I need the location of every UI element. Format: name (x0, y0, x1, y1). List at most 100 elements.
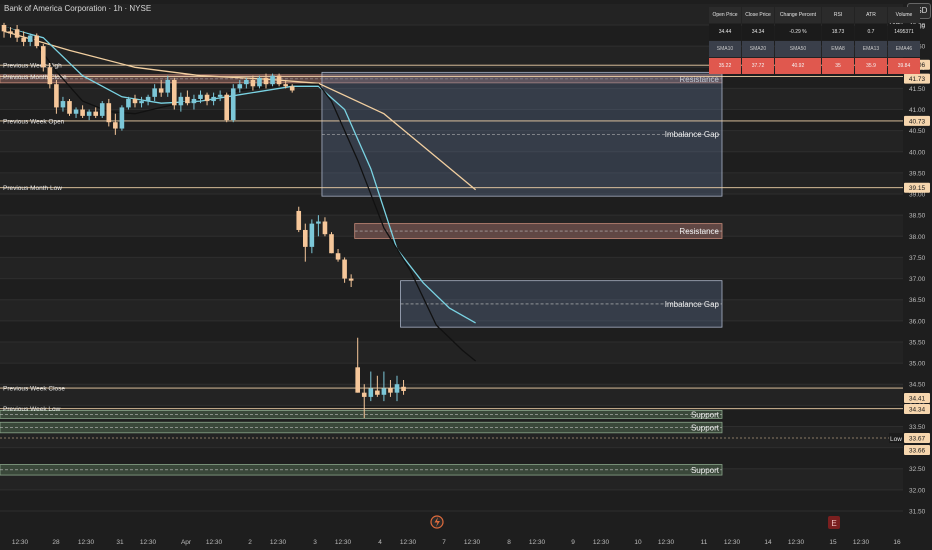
candle-body (230, 88, 236, 121)
zone-label: Support (691, 466, 720, 475)
candle-body (394, 384, 400, 393)
level-label: Previous Week Close (3, 386, 65, 393)
candle-body (132, 98, 138, 104)
candle-body (250, 79, 256, 87)
time-tick-label: 12:30 (335, 539, 352, 546)
price-tick-label: 36.50 (909, 297, 926, 304)
candle-body (172, 79, 177, 106)
candle-body (198, 94, 203, 99)
stats-header-cell: ATR (855, 7, 887, 23)
time-tick-label: 28 (52, 539, 60, 546)
price-tick-label: 40.50 (909, 128, 926, 135)
price-tick-label: 39.50 (909, 170, 926, 177)
price-tick-label: 41.00 (909, 107, 926, 114)
ma-value-row: 35.22 37.72 40.92 35 35.9 39.84 (709, 58, 920, 74)
time-tick-label: 12:30 (78, 539, 95, 546)
candle-body (276, 75, 282, 85)
stats-value-cell: 34.34 (742, 24, 774, 40)
candle-body (185, 96, 190, 104)
band-light (0, 341, 903, 364)
price-tick-label: 35.00 (909, 361, 926, 368)
band-light (0, 257, 903, 279)
time-tick-label: 2 (248, 539, 252, 546)
time-tick-label: 12:30 (270, 539, 287, 546)
candle-body (21, 37, 26, 42)
price-tick-label: 36.00 (909, 318, 926, 325)
candle-body (303, 229, 308, 247)
candle-body (270, 75, 275, 85)
candle-body (54, 84, 59, 108)
chart-title: Bank of America Corporation · 1h · NYSE (4, 4, 152, 13)
candle-body (99, 103, 105, 116)
candle-body (289, 86, 295, 91)
time-tick-label: 12:30 (400, 539, 417, 546)
ma-value-cell: 37.72 (742, 58, 774, 74)
ma-header-cell: SMA20 (742, 41, 774, 57)
candle-body (335, 253, 341, 260)
candle-body (342, 259, 347, 279)
candle-body (106, 103, 112, 123)
candle-body (86, 111, 92, 116)
time-tick-label: 16 (893, 539, 901, 546)
price-tick-label: 32.00 (909, 487, 926, 494)
candle-body (361, 392, 367, 397)
low-tag-text: Low (890, 436, 902, 443)
candle-body (93, 111, 98, 116)
level-label: Previous Week Open (3, 118, 65, 125)
candle-body (401, 386, 406, 391)
stats-header-cell: Close Price (742, 7, 774, 23)
ma-value-cell: 39.84 (888, 58, 920, 74)
candle-body (388, 388, 393, 393)
candle-body (316, 221, 321, 224)
time-tick-label: 10 (634, 539, 642, 546)
price-tick-label: 37.50 (909, 255, 926, 262)
stats-value-cell: 0.7 (855, 24, 887, 40)
time-tick-label: 31 (116, 539, 124, 546)
candle-body (80, 109, 85, 116)
candle-body (27, 35, 33, 42)
time-tick-label: 15 (829, 539, 837, 546)
time-tick-label: 12:30 (140, 539, 157, 546)
ma-value-cell: 35 (822, 58, 854, 74)
candle-body (113, 122, 118, 129)
candle-body (67, 101, 72, 114)
time-tick-label: 12:30 (724, 539, 741, 546)
ma-header-cell: EMA46 (888, 41, 920, 57)
ma-header-row: SMA10 SMA20 SMA50 EMA8 EMA13 EMA46 (709, 41, 920, 57)
price-chart[interactable]: ResistanceImbalance GapResistanceImbalan… (0, 0, 932, 550)
time-tick-label: 14 (764, 539, 772, 546)
time-tick-label: 4 (378, 539, 382, 546)
ma-header-cell: EMA13 (855, 41, 887, 57)
candle-body (237, 84, 243, 89)
price-tick-label: 32.50 (909, 466, 926, 473)
price-tick-label: 40.00 (909, 149, 926, 156)
candle-body (119, 107, 125, 129)
price-tick-label: 35.50 (909, 339, 926, 346)
price-tick-label: 38.00 (909, 234, 926, 241)
stats-header-cell: Volume (888, 7, 920, 23)
stats-table: Open Price Close Price Change Percent RS… (708, 6, 921, 75)
earnings-icon-letter: E (831, 519, 836, 528)
candle-body (204, 94, 210, 102)
candle-body (60, 101, 66, 108)
stats-value-cell: 34.44 (709, 24, 741, 40)
time-tick-label: 12:30 (12, 539, 29, 546)
time-tick-label: 11 (701, 539, 708, 546)
ma-header-cell: SMA50 (775, 41, 821, 57)
ma-header-cell: SMA10 (709, 41, 741, 57)
candle-body (47, 67, 53, 85)
candle-body (355, 367, 360, 393)
candle-body (191, 98, 197, 104)
stats-value-cell: 1495371 (888, 24, 920, 40)
level-label: Previous Month Low (3, 185, 62, 192)
zone-label: Support (691, 424, 720, 433)
price-label-text: 39.15 (909, 185, 926, 192)
candle-body (8, 31, 13, 34)
time-tick-label: 12:30 (788, 539, 805, 546)
ma-value-cell: 40.92 (775, 58, 821, 74)
candle-body (296, 210, 302, 230)
time-axis[interactable]: 12:30 28 12:30 31 12:30 Apr 12:30 2 12:30 3 12:30 4… (0, 536, 932, 550)
candle-body (152, 88, 157, 97)
time-tick-label: 12:30 (529, 539, 546, 546)
price-label-text: 40.73 (909, 118, 926, 125)
